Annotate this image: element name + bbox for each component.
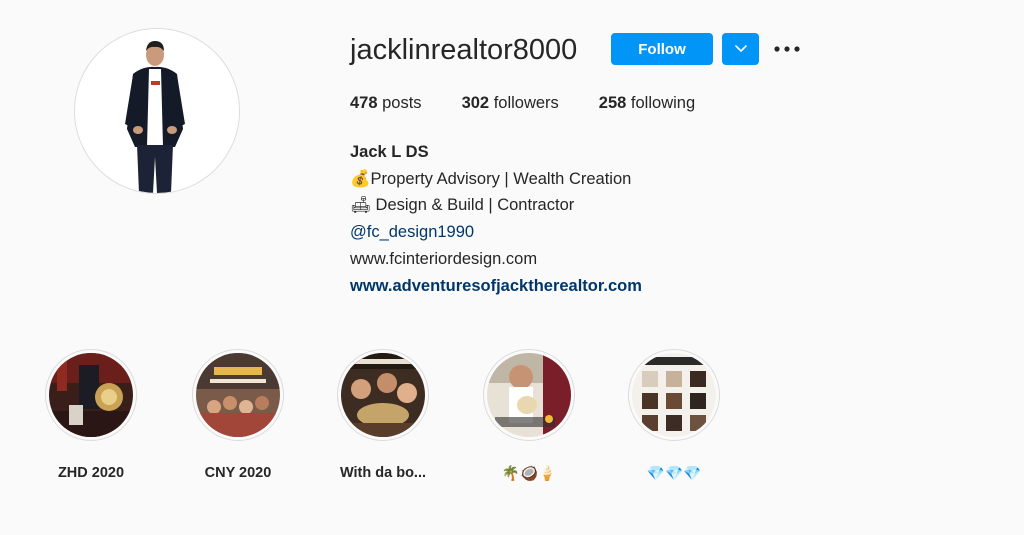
highlight-cover — [196, 353, 280, 437]
story-highlights: ZHD 2020 CNY 2020 With da bo... 🌴🥥🍦 💎💎💎 — [0, 349, 1024, 489]
following-stat[interactable]: 258 following — [599, 94, 695, 113]
more-options-icon — [774, 46, 800, 52]
bio-website-text: www.fcinteriordesign.com — [350, 249, 538, 268]
highlight-cover — [632, 353, 716, 437]
following-count: 258 — [598, 94, 627, 112]
bio-line-property: 💰Property Advisory | Wealth Creation — [350, 169, 632, 188]
highlight-diamonds[interactable]: 💎💎💎 — [619, 349, 729, 482]
profile-stats: 478 posts 302 followers 258 following — [350, 94, 735, 113]
profile-external-link[interactable]: www.adventuresofjacktherealtor.com — [350, 273, 642, 300]
follow-button[interactable]: Follow — [611, 33, 713, 65]
highlight-label: ZHD 2020 — [57, 465, 125, 481]
profile-avatar[interactable] — [74, 28, 240, 194]
highlight-cover — [49, 353, 133, 437]
followers-stat[interactable]: 302 followers — [462, 94, 559, 113]
following-label: following — [630, 94, 696, 112]
highlight-with-da-bo[interactable]: With da bo... — [328, 349, 438, 481]
highlight-ring — [337, 349, 429, 441]
highlight-tropical[interactable]: 🌴🥥🍦 — [474, 349, 584, 482]
highlight-ring — [628, 349, 720, 441]
highlight-cover — [487, 353, 571, 437]
profile-username: jacklinrealtor8000 — [350, 34, 578, 66]
posts-stat: 478 posts — [350, 94, 422, 113]
highlight-ring — [45, 349, 137, 441]
profile-bio: Jack L DS 💰Property Advisory | Wealth Cr… — [350, 139, 642, 299]
followers-count: 302 — [461, 94, 490, 112]
highlight-label: CNY 2020 — [204, 465, 272, 481]
chevron-down-icon — [734, 45, 747, 52]
highlight-label: 🌴🥥🍦 — [501, 466, 557, 482]
highlight-ring — [192, 349, 284, 441]
posts-count: 478 — [350, 94, 378, 112]
highlight-cny-2020[interactable]: CNY 2020 — [183, 349, 293, 481]
suggested-accounts-button[interactable] — [722, 33, 759, 65]
highlight-label: 💎💎💎 — [646, 466, 702, 482]
bio-mention-link[interactable]: @fc_design1990 — [350, 219, 642, 246]
profile-full-name: Jack L DS — [350, 143, 429, 161]
bio-line-design: 🛋 Design & Build | Contractor — [350, 196, 575, 215]
highlight-ring — [483, 349, 575, 441]
highlight-label: With da bo... — [339, 465, 427, 481]
highlight-zhd-2020[interactable]: ZHD 2020 — [36, 349, 146, 481]
posts-label: posts — [382, 94, 422, 112]
more-options-button[interactable] — [770, 36, 804, 62]
followers-label: followers — [493, 94, 559, 112]
avatar-photo — [75, 29, 239, 193]
highlight-cover — [341, 353, 425, 437]
